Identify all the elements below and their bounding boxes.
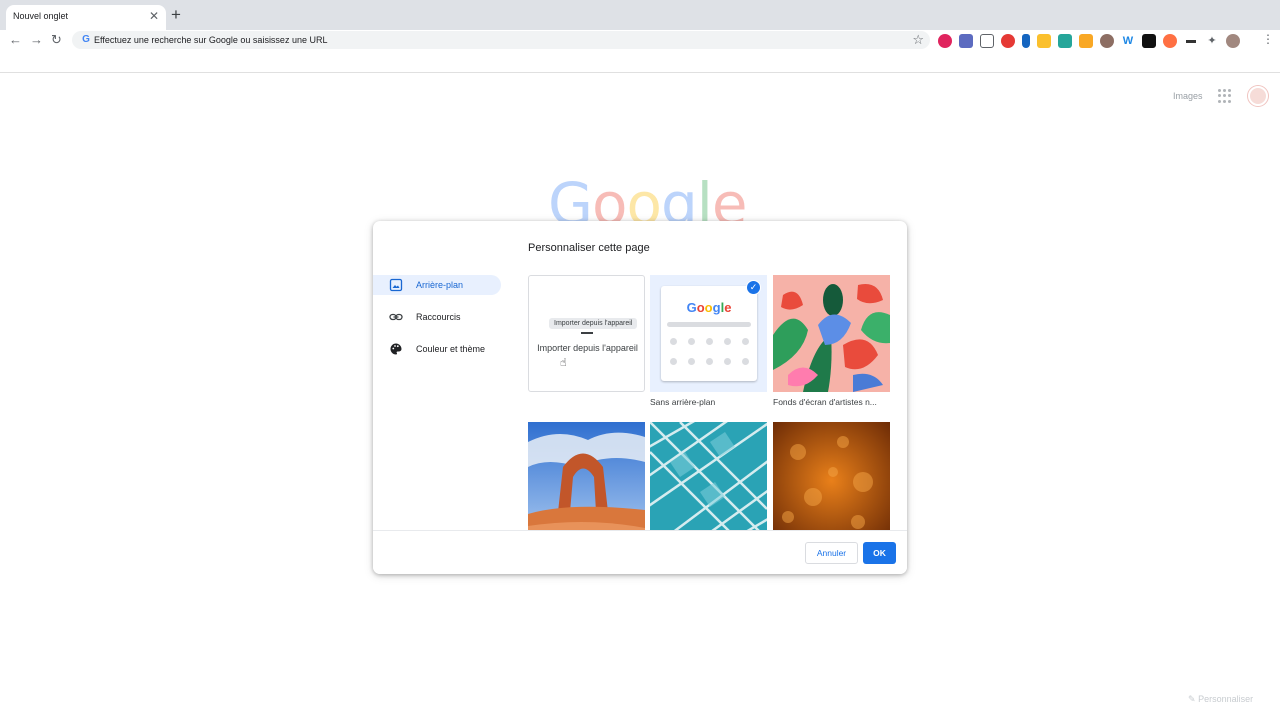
upload-tooltip: Importer depuis l'appareil	[549, 318, 638, 329]
mini-shortcuts	[670, 338, 749, 365]
dialog-footer: Annuler OK	[373, 530, 907, 574]
link-icon	[389, 313, 403, 321]
upload-icon	[581, 332, 593, 334]
palette-icon	[390, 343, 402, 355]
extension-icon[interactable]	[1100, 33, 1114, 48]
close-icon[interactable]: ✕	[149, 9, 159, 23]
sidebar-item-shortcuts[interactable]: Raccourcis	[373, 307, 501, 327]
extension-icon[interactable]	[1001, 33, 1015, 48]
orange-texture-thumbnail	[773, 422, 890, 539]
extension-icon[interactable]	[1142, 33, 1156, 48]
menu-icon[interactable]: ⋮	[1262, 32, 1274, 46]
extension-icon[interactable]	[959, 33, 973, 48]
upload-from-device-tile[interactable]: Importer depuis l'appareil Importer depu…	[528, 275, 645, 392]
texture-tile[interactable]	[773, 422, 890, 539]
cancel-button[interactable]: Annuler	[805, 542, 858, 564]
arch-thumbnail	[528, 422, 645, 539]
microphone-icon[interactable]	[1022, 33, 1030, 48]
forward-icon[interactable]: →	[30, 32, 43, 48]
extension-icon[interactable]	[1058, 33, 1072, 48]
glass-facade-thumbnail	[650, 422, 767, 539]
sidebar-item-color-theme[interactable]: Couleur et thème	[373, 339, 501, 359]
google-icon: G	[82, 34, 90, 45]
customize-button[interactable]: ✎ Personnaliser	[1180, 689, 1268, 709]
back-icon[interactable]: ←	[9, 32, 22, 48]
architecture-tile[interactable]	[650, 422, 767, 539]
no-background-caption: Sans arrière-plan	[650, 397, 716, 407]
mini-google-logo: Google	[686, 300, 732, 315]
pocket-icon[interactable]	[980, 33, 994, 48]
ok-button[interactable]: OK	[863, 542, 896, 564]
sidebar-item-background[interactable]: Arrière-plan	[373, 275, 501, 295]
extensions-bar: W ▬ ✦	[938, 33, 1240, 48]
mini-page-preview: Google	[661, 286, 757, 381]
hand-cursor-icon: ☝	[560, 357, 567, 369]
no-background-tile[interactable]: Google ✓	[650, 275, 767, 392]
artwork-thumbnail	[773, 275, 890, 392]
tab-strip: Nouvel onglet ✕ +	[0, 0, 1280, 30]
extension-icon[interactable]: ▬	[1184, 33, 1198, 48]
image-icon	[389, 278, 403, 292]
sidebar-item-label: Raccourcis	[416, 312, 461, 322]
dialog-title: Personnaliser cette page	[528, 242, 650, 254]
customize-dialog: Personnaliser cette page Arrière-plan Ra…	[373, 221, 907, 574]
artists-wallpapers-tile[interactable]	[773, 275, 890, 392]
selected-check-icon: ✓	[746, 280, 761, 295]
tab-title: Nouvel onglet	[13, 11, 69, 21]
customize-label: Personnaliser	[1198, 694, 1254, 704]
reload-icon[interactable]: ↻	[51, 32, 62, 48]
pencil-icon: ✎	[1188, 694, 1196, 704]
sidebar-item-label: Arrière-plan	[416, 280, 464, 290]
profile-avatar[interactable]	[1226, 33, 1240, 48]
landscape-tile[interactable]	[528, 422, 645, 539]
omnibox[interactable]: G Effectuez une recherche sur Google ou …	[72, 31, 930, 49]
extension-icon[interactable]	[1079, 33, 1093, 48]
upload-label: Importer depuis l'appareil	[537, 343, 638, 353]
artists-caption: Fonds d'écran d'artistes n...	[773, 397, 877, 407]
images-link[interactable]: Images	[1173, 91, 1203, 101]
account-avatar[interactable]	[1248, 86, 1268, 106]
extension-icon[interactable]	[1163, 33, 1177, 48]
sidebar-item-label: Couleur et thème	[416, 344, 486, 354]
tab-new-tab[interactable]: Nouvel onglet ✕	[6, 5, 166, 30]
apps-grid-icon[interactable]	[1218, 89, 1232, 103]
omnibox-placeholder[interactable]: Effectuez une recherche sur Google ou sa…	[94, 34, 327, 46]
new-tab-icon[interactable]: +	[171, 6, 181, 24]
bookmark-star-icon[interactable]: ☆	[912, 31, 924, 49]
w-extension-icon[interactable]: W	[1121, 33, 1135, 48]
toolbar-divider	[0, 72, 1280, 73]
extension-icon[interactable]	[1037, 33, 1051, 48]
browser-toolbar: ← → ↻ G Effectuez une recherche sur Goog…	[0, 30, 1280, 51]
puzzle-icon[interactable]: ✦	[1205, 33, 1219, 48]
mini-search-box	[667, 322, 751, 327]
extension-icon[interactable]	[938, 33, 952, 48]
